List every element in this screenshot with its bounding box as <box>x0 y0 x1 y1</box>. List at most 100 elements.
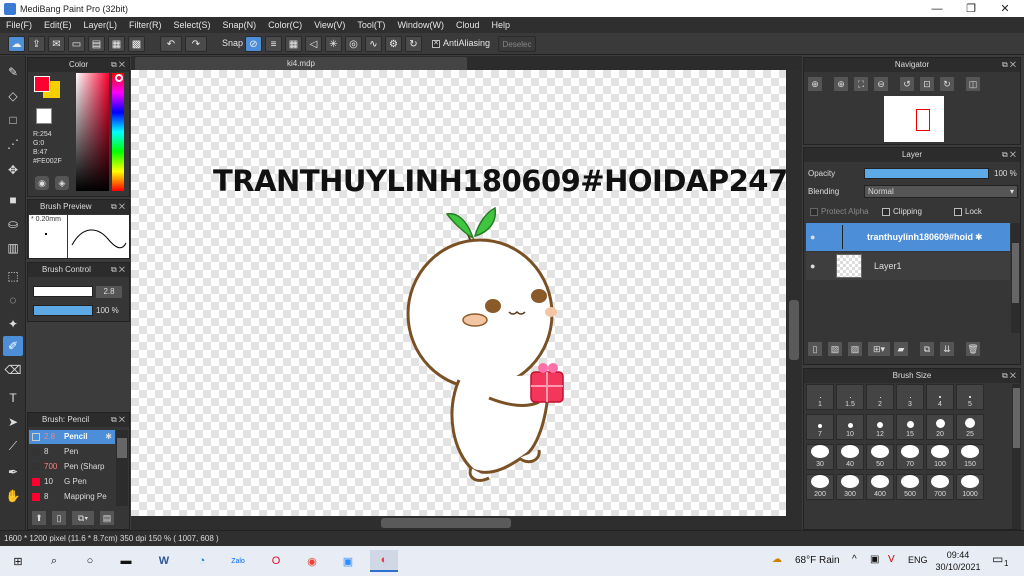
language-indicator[interactable]: ENG <box>908 555 928 565</box>
select-eraser-icon[interactable]: ⌫ <box>3 360 23 380</box>
rotate-icon[interactable]: ↻ <box>405 36 422 52</box>
brush-settings-icon[interactable]: ✱ <box>105 430 112 444</box>
move-tool-icon[interactable]: ✥ <box>3 160 23 180</box>
menu-window[interactable]: Window(W) <box>397 20 444 30</box>
brush-size-scrollbar[interactable] <box>1012 384 1021 529</box>
page-icon[interactable]: ▭ <box>68 36 85 52</box>
fill-rect-tool-icon[interactable]: ■ <box>3 190 23 210</box>
brush-size-value[interactable]: 2.8 <box>96 286 122 298</box>
brush-size-option[interactable]: 50 <box>866 444 894 470</box>
tray-v-icon[interactable]: V <box>888 554 895 565</box>
visibility-icon[interactable]: ● <box>810 232 820 242</box>
gradient-tool-icon[interactable]: ▥ <box>3 238 23 258</box>
panel-menu-icon[interactable]: ⧉ ✕ <box>111 263 125 277</box>
brush-size-option[interactable]: 40 <box>836 444 864 470</box>
brush-item-mapping-pen[interactable]: 8 Mapping Pe <box>29 490 115 504</box>
protect-alpha-checkbox[interactable] <box>810 207 818 216</box>
layer-scrollbar[interactable] <box>1011 223 1020 333</box>
brush-size-option[interactable]: 400 <box>866 474 894 500</box>
radial-snap-icon[interactable]: ✳ <box>325 36 342 52</box>
perspective-snap-icon[interactable]: ◁ <box>305 36 322 52</box>
share-icon[interactable]: ⇪ <box>28 36 45 52</box>
brush-size-option[interactable]: 300 <box>836 474 864 500</box>
canvas-vertical-scrollbar[interactable] <box>786 70 802 516</box>
brush-size-option[interactable]: 100 <box>926 444 954 470</box>
transparent-color-swatch[interactable] <box>36 108 52 124</box>
saturation-value-picker[interactable] <box>76 73 109 191</box>
clock[interactable]: 09:44 30/10/2021 <box>934 549 982 573</box>
cloud-icon[interactable]: ☁ <box>8 36 25 52</box>
fit-window-icon[interactable]: ⛶ <box>854 77 868 91</box>
opera-icon[interactable]: O <box>262 550 290 572</box>
undo-button[interactable]: ↶ <box>160 36 182 52</box>
layer-opacity-slider[interactable] <box>864 168 989 179</box>
drawing-canvas[interactable]: TRANTHUYLINH180609#HOIDAP247 <box>131 70 786 516</box>
menu-view[interactable]: View(V) <box>314 20 345 30</box>
comment-icon[interactable]: ✉ <box>48 36 65 52</box>
navigator-thumbnail[interactable] <box>884 96 944 142</box>
brush-size-slider[interactable] <box>33 286 93 297</box>
menu-color[interactable]: Color(C) <box>268 20 302 30</box>
menu-filter[interactable]: Filter(R) <box>129 20 162 30</box>
tray-chevron-icon[interactable]: ^ <box>852 554 857 565</box>
menu-layer[interactable]: Layer(L) <box>84 20 118 30</box>
menu-file[interactable]: File(F) <box>6 20 32 30</box>
add-layer-menu-icon[interactable]: ⊞▾ <box>868 342 890 356</box>
brush-item-pencil[interactable]: 2.8 Pencil ✱ <box>29 430 115 444</box>
dropper-tool-icon[interactable]: ⟋ <box>3 436 23 456</box>
panel-menu-icon[interactable]: ⧉ ✕ <box>1002 58 1016 72</box>
duplicate-layer-icon[interactable]: ⧉ <box>920 342 934 356</box>
lock-toggle[interactable]: Lock <box>954 207 982 216</box>
circle-snap-icon[interactable]: ◎ <box>345 36 362 52</box>
antialiasing-checkbox[interactable]: ✕ <box>432 39 440 48</box>
hue-cursor[interactable] <box>115 74 123 82</box>
notification-icon[interactable]: ▭ <box>992 552 1003 566</box>
maximize-button[interactable]: ❐ <box>954 0 988 17</box>
brush-size-option[interactable]: 70 <box>896 444 924 470</box>
folder-icon[interactable]: ▰ <box>894 342 908 356</box>
rotate-left-icon[interactable]: ↺ <box>900 77 914 91</box>
brush-properties-icon[interactable]: ▤ <box>100 511 114 525</box>
brush-size-option[interactable]: 1000 <box>956 474 984 500</box>
color-history-icon[interactable]: ◈ <box>55 176 69 190</box>
lasso-tool-icon[interactable]: ◌ <box>3 290 23 310</box>
menu-select[interactable]: Select(S) <box>174 20 211 30</box>
brush-size-option[interactable]: 10 <box>836 414 864 440</box>
blending-select[interactable]: Normal ▾ <box>864 185 1018 198</box>
canvas-horizontal-scrollbar[interactable] <box>131 516 802 530</box>
brush-size-option[interactable]: 150 <box>956 444 984 470</box>
zoom-in-icon[interactable]: ⊕ <box>808 77 822 91</box>
brush-size-option[interactable]: 1 <box>806 384 834 410</box>
new-layer-icon[interactable]: ▯ <box>808 342 822 356</box>
brush-size-option[interactable]: 20 <box>926 414 954 440</box>
file-explorer-icon[interactable]: ▬ <box>112 550 140 572</box>
edge-icon[interactable]: ◔ <box>188 550 216 572</box>
document-icon[interactable]: ▤ <box>88 36 105 52</box>
settings-icon[interactable]: ⚙ <box>385 36 402 52</box>
brush-size-option[interactable]: 7 <box>806 414 834 440</box>
rotate-right-icon[interactable]: ↻ <box>940 77 954 91</box>
minimize-button[interactable]: — <box>920 0 954 17</box>
antialiasing-toggle[interactable]: ✕ AntiAliasing <box>432 38 490 48</box>
weather-text[interactable]: 68°F Rain <box>795 555 840 566</box>
brush-item-pen[interactable]: 8 Pen <box>29 445 115 459</box>
layer-settings-icon[interactable]: ✱ <box>975 232 983 243</box>
brush-item-pen-sharp[interactable]: 700 Pen (Sharp <box>29 460 115 474</box>
menu-snap[interactable]: Snap(N) <box>223 20 257 30</box>
parallel-snap-icon[interactable]: ≡ <box>265 36 282 52</box>
foreground-color-swatch[interactable] <box>34 76 50 92</box>
brush-size-option[interactable]: 3 <box>896 384 924 410</box>
text-tool-icon[interactable]: T <box>3 388 23 408</box>
palette-icon[interactable]: ◉ <box>35 176 49 190</box>
grid-icon[interactable]: ▩ <box>128 36 145 52</box>
flip-icon[interactable]: ◫ <box>966 77 980 91</box>
brush-tool-icon[interactable]: ✎ <box>3 62 23 82</box>
brush-menu-icon[interactable]: ⧉▾ <box>72 511 94 525</box>
navigator-viewport[interactable] <box>916 109 930 131</box>
word-icon[interactable]: W <box>150 550 178 572</box>
chrome-icon[interactable]: ◉ <box>298 550 326 572</box>
brush-size-option[interactable]: 500 <box>896 474 924 500</box>
brush-size-option[interactable]: 2 <box>866 384 894 410</box>
brush-opacity-slider[interactable] <box>33 305 93 316</box>
zoom-out-icon[interactable]: ⊖ <box>874 77 888 91</box>
